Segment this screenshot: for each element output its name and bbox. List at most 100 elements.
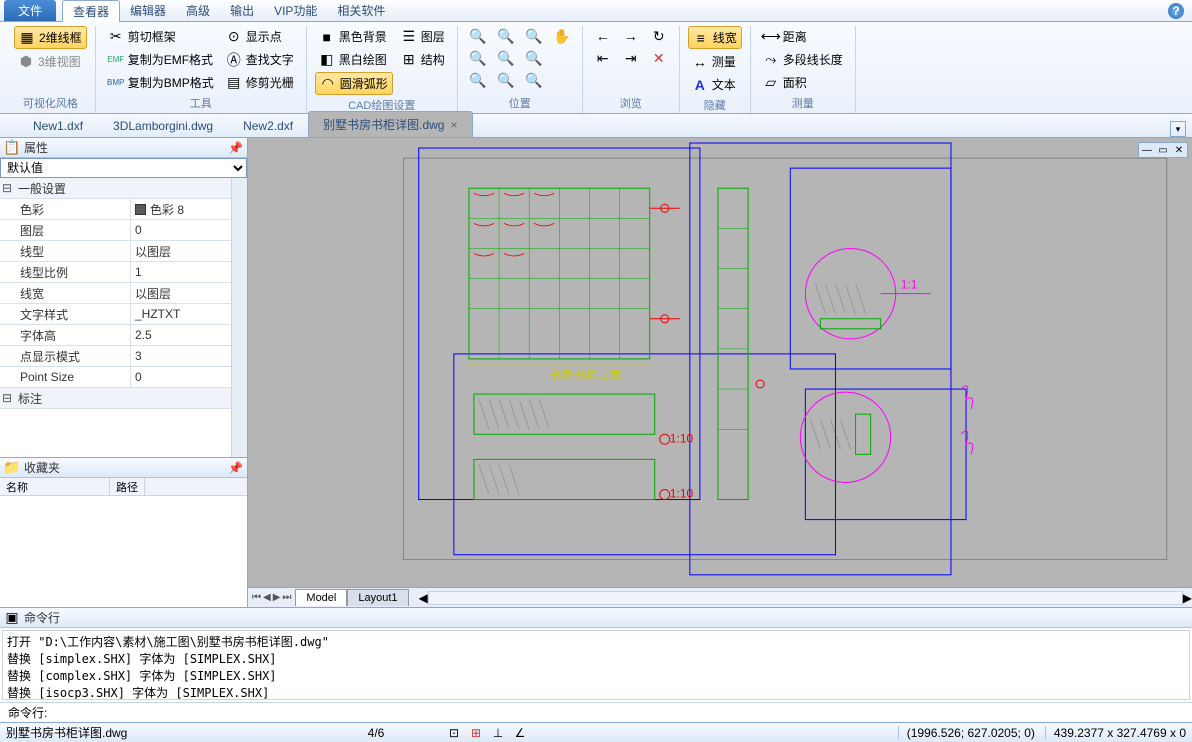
btn-zoom8[interactable]: 🔍 [522,48,546,68]
btn-distance[interactable]: ⟷距离 [759,26,847,47]
btn-zoom6[interactable]: 🔍 [494,70,518,90]
btn-next[interactable]: → [619,26,643,46]
drawing-canvas[interactable]: 1:10 1:10 书房书柜立面 1:1 [248,138,1192,587]
btn-text[interactable]: A文本 [688,74,742,95]
btn-smooth-arc[interactable]: ◠圆滑弧形 [315,72,393,95]
btn-refresh[interactable]: ↻ [647,26,671,46]
btn-measure[interactable]: ↔测量 [688,51,742,72]
menu-vip[interactable]: VIP功能 [264,0,327,21]
ribbon-group-hide: ≡线宽 ↔测量 A文本 隐藏 [680,26,751,113]
btn-copy-bmp[interactable]: BMP复制为BMP格式 [104,72,218,93]
menu-advanced[interactable]: 高级 [176,0,220,21]
btn-linewidth[interactable]: ≡线宽 [688,26,742,49]
emf-icon: EMF [108,52,124,68]
left-panels: 📋 属性 📌 默认值 ⊟一般设置 色彩色彩 8 图层0 线型以图层 线型比例1 … [0,138,248,607]
btn-zoom7[interactable]: 🔍 [522,26,546,46]
tab-lamborgini[interactable]: 3DLamborgini.dwg [98,114,228,137]
prop-section-general[interactable]: ⊟一般设置 [0,178,247,199]
btn-zoom2[interactable]: 🔍 [466,48,490,68]
btn-zoom4[interactable]: 🔍 [494,26,518,46]
snap-icon[interactable]: ⊡ [446,725,462,741]
ribbon-group-tools: ✂剪切框架 EMF复制为EMF格式 BMP复制为BMP格式 ⊙显示点 Ⓐ查找文字… [96,26,307,113]
layout-tab-model[interactable]: Model [295,589,347,606]
btn-trim-raster[interactable]: ▤修剪光栅 [222,72,298,93]
btn-polyline-len[interactable]: ⤳多段线长度 [759,49,847,70]
tab-new2[interactable]: New2.dxf [228,114,308,137]
menu-related[interactable]: 相关软件 [327,0,395,21]
btn-clip-frame[interactable]: ✂剪切框架 [104,26,218,47]
prop-row-pointmode[interactable]: 点显示模式3 [0,346,247,367]
ribbon-group-visual: ▦2维线框 ⬢3维视图 可视化风格 [6,26,96,113]
pin-icon[interactable]: 📌 [228,461,243,475]
btn-structure[interactable]: ⊞结构 [397,49,449,70]
close-icon[interactable]: × [450,118,457,132]
horizontal-scrollbar[interactable]: ◀▶ [419,590,1192,606]
btn-bw-draw[interactable]: ◧黑白绘图 [315,49,393,70]
pin-icon[interactable]: 📌 [228,141,243,155]
properties-header: 📋 属性 📌 [0,138,247,158]
btn-area[interactable]: ▱面积 [759,72,847,93]
commandline-log: 打开 "D:\工作内容\素材\施工图\别墅书房书柜详图.dwg" 替换 [sim… [2,630,1190,700]
ribbon-label-hide: 隐藏 [688,95,742,115]
menu-viewer[interactable]: 查看器 [62,0,120,22]
btn-zoom5[interactable]: 🔍 [494,48,518,68]
help-icon[interactable]: ? [1168,3,1184,19]
prop-row-linetype[interactable]: 线型以图层 [0,241,247,262]
btn-black-bg[interactable]: ■黑色背景 [315,26,393,47]
tab-villa[interactable]: 别墅书房书柜详图.dwg× [308,111,472,137]
arc-icon: ◠ [320,76,336,92]
layout-tab-layout1[interactable]: Layout1 [347,589,408,606]
last-icon: ⇥ [623,50,639,66]
btn-del[interactable]: ✕ [647,48,671,68]
prop-row-lineweight[interactable]: 线宽以图层 [0,283,247,304]
tab-overflow[interactable]: ▾ [1170,121,1186,137]
tab-new1[interactable]: New1.dxf [18,114,98,137]
btn-show-points[interactable]: ⊙显示点 [222,26,298,47]
prop-row-color[interactable]: 色彩色彩 8 [0,199,247,220]
btn-prev[interactable]: ← [591,26,615,46]
menu-output[interactable]: 输出 [220,0,264,21]
props-icon: 📋 [4,140,20,156]
layers-icon: ☰ [401,29,417,45]
layout-prev-icon[interactable]: ◀ [263,592,271,603]
menu-file[interactable]: 文件 [4,0,56,21]
menu-editor[interactable]: 编辑器 [120,0,176,21]
fav-col-path[interactable]: 路径 [110,478,145,495]
prop-row-pointsize[interactable]: Point Size0 [0,367,247,388]
btn-zoom3[interactable]: 🔍 [466,70,490,90]
layout-last-icon[interactable]: ⏭ [282,592,291,603]
layout-first-icon[interactable]: ⏮ [252,592,261,603]
properties-scrollbar[interactable] [231,178,247,457]
svg-text:1:1: 1:1 [901,278,918,292]
prop-row-ltscale[interactable]: 线型比例1 [0,262,247,283]
fav-col-name[interactable]: 名称 [0,478,110,495]
prop-row-textheight[interactable]: 字体高2.5 [0,325,247,346]
btn-zoom9[interactable]: 🔍 [522,70,546,90]
btn-layers[interactable]: ☰图层 [397,26,449,47]
ortho-icon[interactable]: ⊥ [490,725,506,741]
commandline-input[interactable] [47,704,1192,722]
polar-icon[interactable]: ∠ [512,725,528,741]
btn-find-text[interactable]: Ⓐ查找文字 [222,49,298,70]
btn-copy-emf[interactable]: EMF复制为EMF格式 [104,49,218,70]
btn-3d-view[interactable]: ⬢3维视图 [14,51,87,72]
cad-drawing: 1:10 1:10 书房书柜立面 1:1 [248,138,1192,580]
btn-zoom1[interactable]: 🔍 [466,26,490,46]
properties-selector[interactable]: 默认值 [0,158,247,178]
zoom-icon: 🔍 [498,28,514,44]
distance-icon: ⟷ [763,29,779,45]
grid-icon[interactable]: ⊞ [468,725,484,741]
text-icon: A [692,77,708,93]
btn-2d-wireframe[interactable]: ▦2维线框 [14,26,87,49]
prop-row-textstyle[interactable]: 文字样式_HZTXT [0,304,247,325]
zoom-icon: 🔍 [470,50,486,66]
layout-next-icon[interactable]: ▶ [273,592,281,603]
btn-first[interactable]: ⇤ [591,48,615,68]
area-icon: ▱ [763,75,779,91]
prop-section-dim[interactable]: ⊟标注 [0,388,247,409]
ribbon-label-browse: 浏览 [591,93,671,113]
btn-last[interactable]: ⇥ [619,48,643,68]
svg-text:1:10: 1:10 [670,431,694,445]
prop-row-layer[interactable]: 图层0 [0,220,247,241]
btn-pan[interactable]: ✋ [550,26,574,46]
